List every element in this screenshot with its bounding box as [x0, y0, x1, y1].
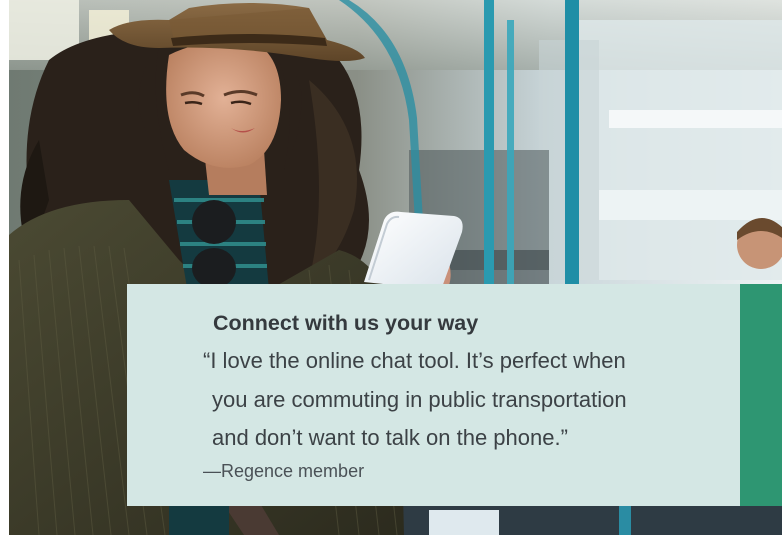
quote-line-1: “I love the online chat tool. It’s perfe…: [203, 348, 626, 373]
quote-line-2: you are commuting in public transportati…: [212, 386, 627, 412]
testimonial-banner: Connect with us your way “I love the onl…: [0, 0, 782, 535]
testimonial-card: Connect with us your way “I love the onl…: [127, 284, 740, 506]
page-edge: [0, 0, 9, 535]
quote-line-3: and don’t want to talk on the phone.”: [212, 425, 568, 450]
quote-attribution: —Regence member: [203, 461, 365, 481]
testimonial-quote: “I love the online chat tool. It’s perfe…: [203, 342, 723, 458]
accent-bar: [740, 284, 782, 506]
card-heading: Connect with us your way: [213, 311, 479, 335]
